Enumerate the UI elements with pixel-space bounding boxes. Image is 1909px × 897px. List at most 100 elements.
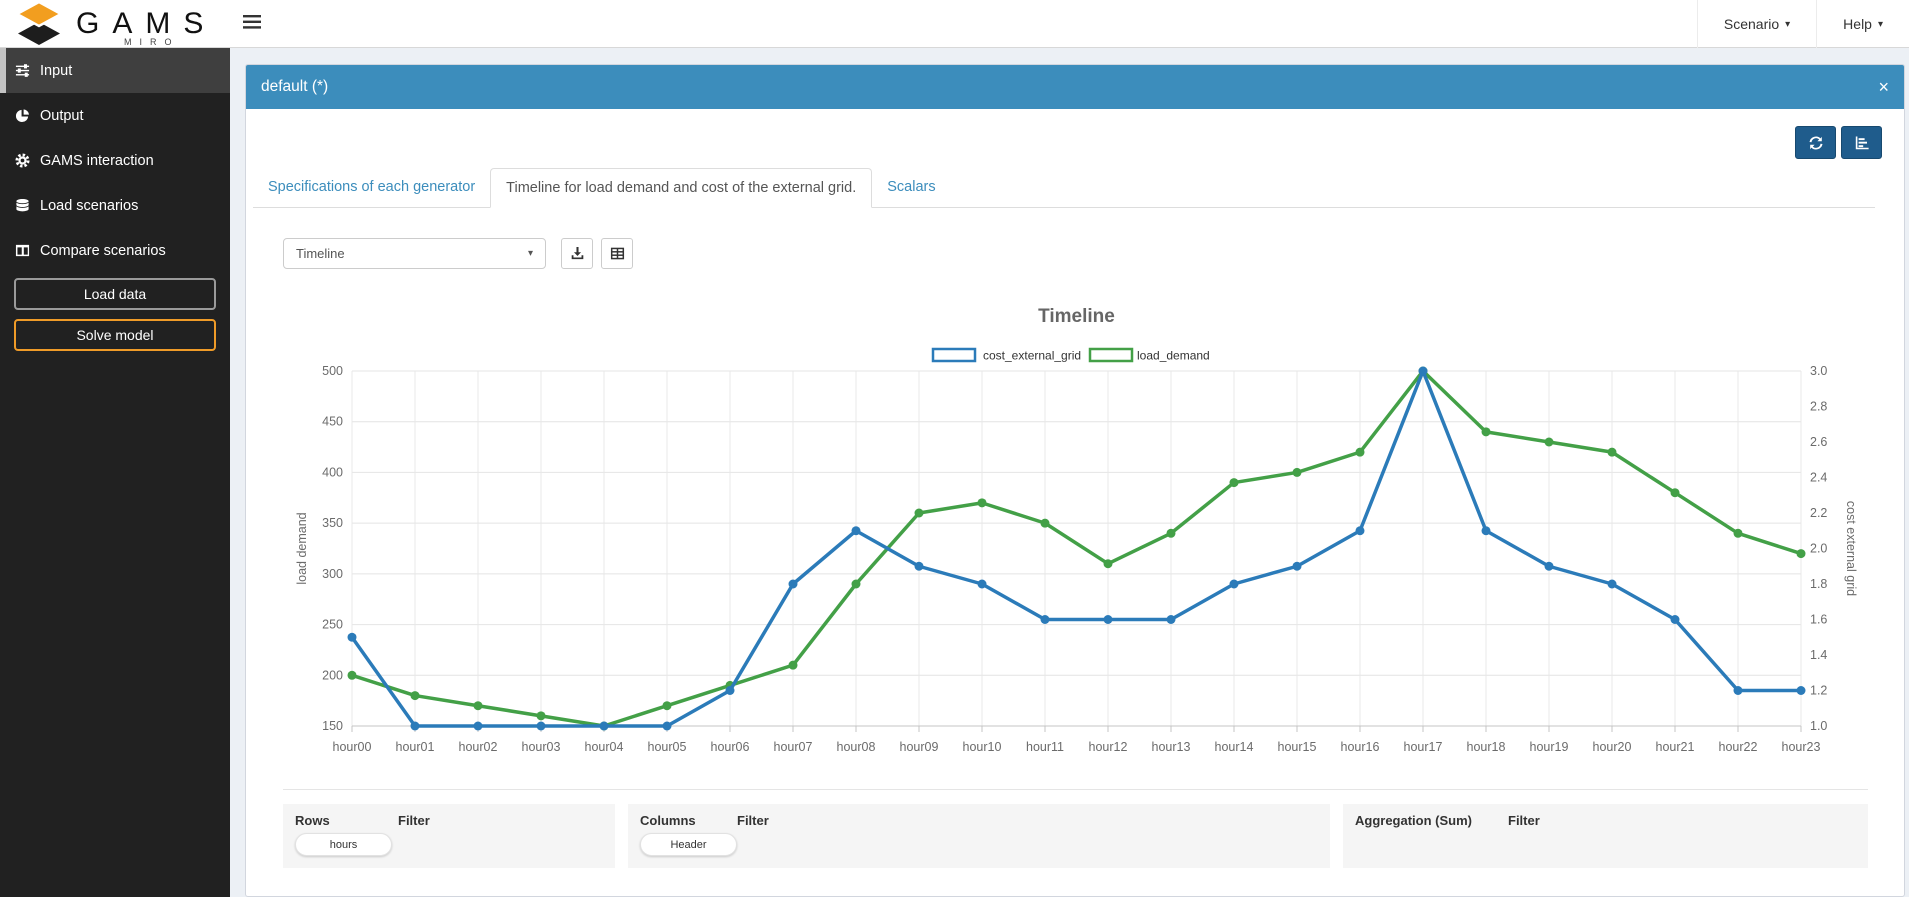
x-tick-label: hour20 <box>1593 740 1632 754</box>
load-data-button[interactable]: Load data <box>14 278 216 310</box>
x-tick-label: hour09 <box>900 740 939 754</box>
table-button[interactable] <box>601 238 633 269</box>
pivot-tag-hours[interactable]: hours <box>295 833 392 856</box>
sidebar-menu: Input Output GAMS interaction Load scenario… <box>0 48 230 273</box>
sidebar-item-load-scenarios[interactable]: Load scenarios <box>0 183 230 228</box>
right-axis-title: cost external grid <box>1844 501 1858 596</box>
sidebar-toggle-button[interactable] <box>236 0 268 48</box>
solve-model-button[interactable]: Solve model <box>14 319 216 351</box>
legend-label: cost_external_grid <box>983 349 1081 363</box>
pivot-panel-head: ColumnsFilter <box>640 813 1318 828</box>
scenario-box-body: Specifications of each generatorTimeline… <box>246 109 1904 896</box>
sidebar-item-label: Compare scenarios <box>40 243 166 259</box>
gams-miro-logo: GAMS MIRO <box>14 1 216 47</box>
close-icon[interactable]: × <box>1878 78 1889 96</box>
database-icon <box>15 198 37 213</box>
data-point <box>1482 427 1491 436</box>
data-point <box>1293 468 1302 477</box>
view-selector[interactable]: Timeline ▾ <box>283 238 546 269</box>
data-point <box>474 701 483 710</box>
navbar-menu-scenario[interactable]: Scenario▾ <box>1697 0 1816 48</box>
x-tick-label: hour05 <box>648 740 687 754</box>
data-point <box>915 509 924 518</box>
legend-item-cost_external_grid[interactable]: cost_external_grid <box>933 349 1081 363</box>
pivot-config-row: RowsFilterhoursColumnsFilterHeaderAggreg… <box>283 804 1868 868</box>
table-icon <box>610 246 625 261</box>
sidebar-item-compare-scenarios[interactable]: Compare scenarios <box>0 228 230 273</box>
data-point <box>1545 562 1554 571</box>
data-point <box>978 580 987 589</box>
x-tick-label: hour12 <box>1089 740 1128 754</box>
data-point <box>663 722 672 731</box>
x-tick-label: hour21 <box>1656 740 1695 754</box>
sidebar-item-gams-interaction[interactable]: GAMS interaction <box>0 138 230 183</box>
pivot-panel-rows: RowsFilterhours <box>283 804 615 868</box>
data-point <box>537 711 546 720</box>
tab-scalars[interactable]: Scalars <box>872 168 950 208</box>
data-point <box>1293 562 1302 571</box>
data-point <box>1608 448 1617 457</box>
data-point <box>1419 367 1428 376</box>
caret-down-icon: ▾ <box>1878 19 1883 30</box>
data-point <box>1734 686 1743 695</box>
pivot-tags: hours <box>295 833 603 856</box>
x-tick-label: hour02 <box>459 740 498 754</box>
legend-label: load_demand <box>1137 349 1210 363</box>
data-point <box>1167 615 1176 624</box>
x-tick-label: hour06 <box>711 740 750 754</box>
sidebar-item-input[interactable]: Input <box>0 48 230 93</box>
pivot-panel-filter-label: Filter <box>737 813 769 828</box>
left-tick-label: 200 <box>322 668 343 682</box>
toolbar-icon-buttons <box>546 238 633 269</box>
x-tick-label: hour10 <box>963 740 1002 754</box>
sidebar-item-output[interactable]: Output <box>0 93 230 138</box>
data-point <box>1230 478 1239 487</box>
x-tick-label: hour13 <box>1152 740 1191 754</box>
refresh-button[interactable] <box>1795 126 1836 159</box>
data-point <box>663 701 672 710</box>
navbar-menu: Scenario▾Help▾ <box>1697 0 1909 48</box>
legend-item-load_demand[interactable]: load_demand <box>1090 349 1210 363</box>
download-button[interactable] <box>561 238 593 269</box>
sidebar-item-label: Output <box>40 108 84 124</box>
data-point <box>1041 519 1050 528</box>
left-tick-label: 250 <box>322 618 343 632</box>
sidebar-item-label: Input <box>40 63 72 79</box>
pivot-panel-title: Columns <box>640 813 737 828</box>
chart-button[interactable] <box>1841 126 1882 159</box>
chart-controls: Timeline ▾ <box>283 238 633 269</box>
tab-timeline-for-load-demand-and-cost-of-the[interactable]: Timeline for load demand and cost of the… <box>490 168 872 208</box>
tab-specifications-of-each-generator[interactable]: Specifications of each generator <box>253 168 490 208</box>
data-point <box>600 722 609 731</box>
hamburger-icon <box>243 15 261 34</box>
sidebar: Input Output GAMS interaction Load scenario… <box>0 48 230 897</box>
x-tick-label: hour03 <box>522 740 561 754</box>
data-point <box>1608 580 1617 589</box>
data-point <box>852 526 861 535</box>
data-point <box>978 498 987 507</box>
right-tick-label: 1.6 <box>1810 613 1827 627</box>
pivot-panel-head: Aggregation (Sum)Filter <box>1355 813 1856 828</box>
scenario-box: default (*) × Specifications of each gen… <box>245 64 1905 897</box>
navbar-menu-label: Scenario <box>1724 16 1779 32</box>
x-tick-label: hour04 <box>585 740 624 754</box>
columns-icon <box>15 243 37 258</box>
x-tick-label: hour15 <box>1278 740 1317 754</box>
pivot-tag-header[interactable]: Header <box>640 833 737 856</box>
pivot-panel-title: Rows <box>295 813 398 828</box>
sidebar-item-label: Load scenarios <box>40 198 138 214</box>
sidebar-buttons: Load data Solve model <box>0 278 230 351</box>
right-tick-label: 2.4 <box>1810 471 1827 485</box>
top-navbar: GAMS MIRO Scenario▾Help▾ <box>0 0 1909 48</box>
x-tick-label: hour07 <box>774 740 813 754</box>
left-tick-label: 350 <box>322 516 343 530</box>
view-selector-value: Timeline <box>296 246 528 261</box>
navbar-menu-help[interactable]: Help▾ <box>1816 0 1909 48</box>
right-tick-label: 1.8 <box>1810 577 1827 591</box>
x-tick-label: hour14 <box>1215 740 1254 754</box>
pie-chart-icon <box>15 108 37 123</box>
data-point <box>1482 526 1491 535</box>
data-point <box>537 722 546 731</box>
data-point <box>411 691 420 700</box>
data-point <box>1734 529 1743 538</box>
